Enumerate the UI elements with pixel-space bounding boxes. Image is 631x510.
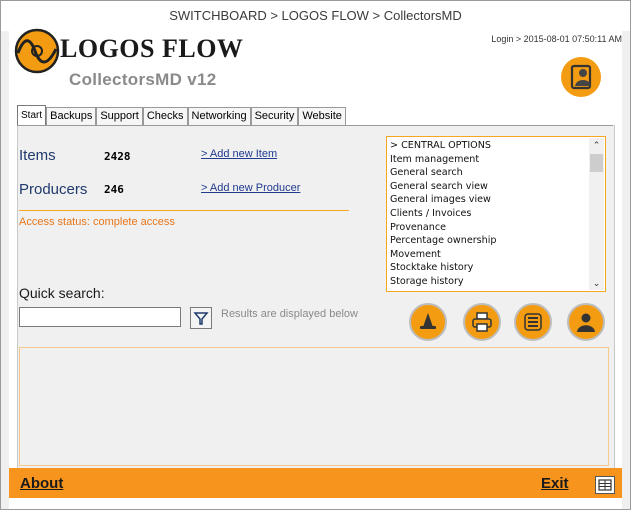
producers-label: Producers — [19, 181, 88, 198]
add-producer-link[interactable]: > Add new Producer — [201, 182, 300, 194]
grid-view-button[interactable] — [595, 476, 615, 494]
quick-search-label: Quick search: — [19, 285, 105, 301]
grid-icon — [598, 479, 612, 491]
divider — [19, 210, 349, 211]
person-icon — [577, 313, 595, 332]
app-window: SWITCHBOARD > LOGOS FLOW > CollectorsMD … — [0, 0, 631, 510]
option-movement[interactable]: Movement — [390, 248, 586, 262]
quick-search-input[interactable] — [19, 307, 181, 327]
results-note: Results are displayed below — [221, 308, 358, 320]
login-info: Login > 2015-08-01 07:50:11 AM — [491, 34, 622, 44]
app-title: LOGOS FLOW — [60, 34, 244, 63]
app-subtitle: CollectorsMD v12 — [69, 70, 217, 89]
option-general-search-view[interactable]: General search view — [390, 180, 586, 194]
scroll-down-icon[interactable]: ⌄ — [589, 276, 604, 290]
option-stocktake-history[interactable]: Stocktake history — [390, 261, 586, 275]
option-percentage-ownership[interactable]: Percentage ownership — [390, 234, 586, 248]
producers-count: 246 — [104, 183, 124, 196]
tab-backups[interactable]: Backups — [46, 107, 97, 126]
results-area — [19, 347, 609, 466]
print-button[interactable] — [463, 303, 501, 341]
option-general-images-view[interactable]: General images view — [390, 193, 586, 207]
scroll-up-icon[interactable]: ⌃ — [589, 138, 604, 152]
logos-flow-logo-icon — [13, 27, 61, 75]
tab-support[interactable]: Support — [96, 107, 143, 126]
access-status: Access status: complete access — [19, 216, 175, 228]
window-title: SWITCHBOARD > LOGOS FLOW > CollectorsMD — [1, 1, 630, 31]
add-item-link[interactable]: > Add new Item — [201, 148, 277, 160]
option-item-management[interactable]: Item management — [390, 153, 586, 167]
printer-icon — [472, 312, 492, 332]
items-count: 2428 — [104, 150, 131, 163]
footer-bar: About Exit — [9, 468, 622, 498]
option-general-search[interactable]: General search — [390, 166, 586, 180]
central-options-list[interactable]: > CENTRAL OPTIONS Item management Genera… — [386, 136, 606, 292]
scroll-thumb[interactable] — [590, 154, 603, 172]
option-clients-invoices[interactable]: Clients / Invoices — [390, 207, 586, 221]
user-button[interactable] — [567, 303, 605, 341]
about-link[interactable]: About — [20, 475, 63, 492]
filter-icon — [193, 312, 209, 325]
filter-button[interactable] — [190, 307, 212, 329]
list-icon — [524, 313, 542, 331]
options-header: > CENTRAL OPTIONS — [390, 140, 491, 151]
option-provenance[interactable]: Provenance — [390, 221, 586, 235]
options-scrollbar[interactable]: ⌃ ⌄ — [589, 138, 604, 290]
witch-hat-icon — [420, 313, 436, 329]
tab-website[interactable]: Website — [298, 107, 346, 126]
tab-security[interactable]: Security — [250, 107, 299, 126]
tab-divider — [17, 125, 613, 126]
tab-bar: Start Backups Support Checks Networking … — [17, 105, 346, 129]
option-storage-history[interactable]: Storage history — [390, 275, 586, 289]
user-badge-icon[interactable] — [559, 55, 603, 99]
exit-link[interactable]: Exit — [541, 475, 569, 492]
tab-checks[interactable]: Checks — [142, 107, 188, 126]
wizard-button[interactable] — [409, 303, 447, 341]
items-label: Items — [19, 147, 56, 164]
tab-networking[interactable]: Networking — [187, 107, 251, 126]
list-button[interactable] — [514, 303, 552, 341]
options-items: > CENTRAL OPTIONS Item management Genera… — [390, 139, 586, 289]
